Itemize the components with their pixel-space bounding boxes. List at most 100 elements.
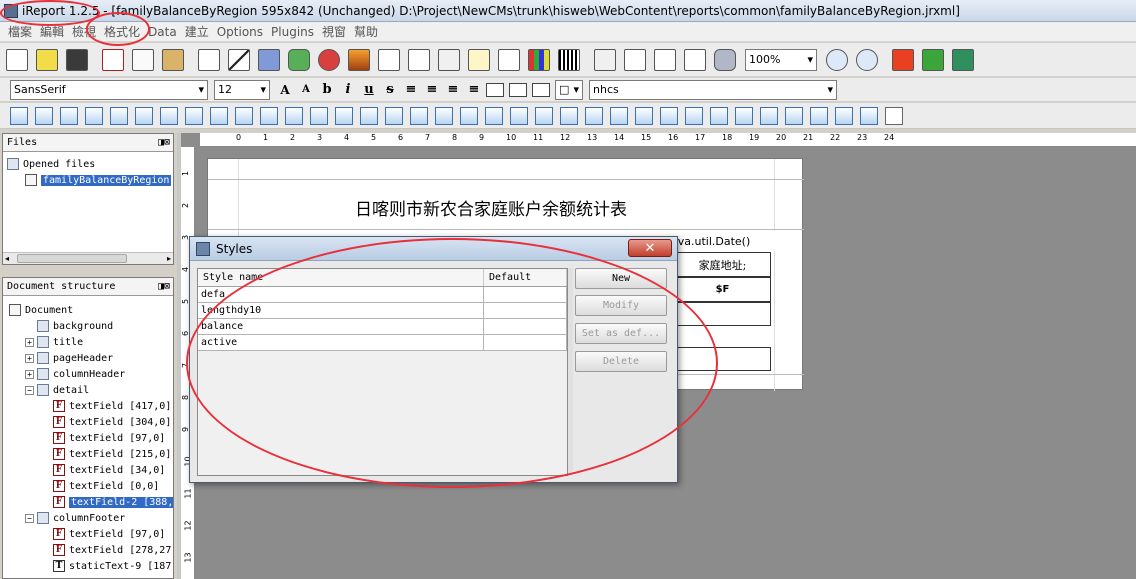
font-family-combo[interactable]: SansSerif ▾ <box>10 79 208 100</box>
field-address[interactable]: $F <box>674 277 771 302</box>
join-left-icon[interactable] <box>510 106 528 125</box>
opened-file-item[interactable]: familyBalanceByRegion <box>3 172 173 188</box>
same-size-icon[interactable] <box>410 106 428 125</box>
files-tab[interactable]: Files ◨⊠ <box>3 134 173 152</box>
doc-tree-item[interactable]: − columnFooter <box>3 510 173 526</box>
save-button[interactable] <box>63 46 91 74</box>
page-setup-icon[interactable] <box>885 106 903 125</box>
doc-tree-item[interactable]: FtextField-2 [388,0 <box>3 494 173 510</box>
align-band-bottom-icon[interactable] <box>235 106 253 125</box>
doc-tree-item[interactable]: FtextField [0,0] <box>3 478 173 494</box>
scroll-thumb[interactable] <box>17 254 127 263</box>
report-title[interactable]: 日喀则市新农合家庭账户余额统计表 <box>208 195 774 220</box>
move-icon[interactable] <box>810 106 828 125</box>
doc-tree-item[interactable]: FtextField [278,27] <box>3 542 173 558</box>
ellipse-tool[interactable] <box>315 46 343 74</box>
doc-tree-item[interactable]: background <box>3 318 173 334</box>
doc-tree-item[interactable]: + columnHeader <box>3 366 173 382</box>
new-button[interactable] <box>3 46 31 74</box>
h-space-inc-icon[interactable] <box>585 106 603 125</box>
line-tool[interactable] <box>225 46 253 74</box>
cut-button[interactable] <box>99 46 127 74</box>
doc-tree-item[interactable]: FtextField [97,0] <box>3 526 173 542</box>
expand-icon[interactable]: + <box>25 337 34 347</box>
h-space-equal-icon[interactable] <box>560 106 578 125</box>
document-structure-tab[interactable]: Document structure ◨⊠ <box>3 278 173 296</box>
center-in-band-icon[interactable] <box>485 106 503 125</box>
same-width-min-icon[interactable] <box>310 106 328 125</box>
font-size-combo[interactable]: 12 ▾ <box>214 79 270 100</box>
open-button[interactable] <box>33 46 61 74</box>
subreport-tool[interactable] <box>435 46 463 74</box>
files-hscroll[interactable]: ◂ ▸ <box>3 252 173 264</box>
expand-icon[interactable]: + <box>25 369 34 379</box>
zoom-in-button[interactable] <box>823 46 851 74</box>
send-back-icon[interactable] <box>785 106 803 125</box>
doc-tree-item[interactable]: FtextField [34,0] <box>3 462 173 478</box>
same-width-icon[interactable] <box>260 106 278 125</box>
doc-tree-item[interactable]: FtextField [417,0] <box>3 398 173 414</box>
close-button[interactable]: ✕ <box>628 239 672 257</box>
database-button[interactable] <box>711 46 739 74</box>
run-datasource-button[interactable] <box>949 46 977 74</box>
doc-tree-item[interactable]: + pageHeader <box>3 350 173 366</box>
align-right-button[interactable]: ≡ <box>444 80 462 100</box>
align-right-edges-icon[interactable] <box>35 106 53 125</box>
center-in-page-icon[interactable] <box>710 106 728 125</box>
doc-tree-item[interactable]: FtextField [97,0] <box>3 430 173 446</box>
v-space-inc-icon[interactable] <box>660 106 678 125</box>
align-band-top-icon[interactable] <box>210 106 228 125</box>
underline-button[interactable]: u <box>360 80 378 100</box>
expression-combo[interactable]: nhcs ▾ <box>589 79 837 100</box>
v-space-dec-icon[interactable] <box>685 106 703 125</box>
opened-files-root[interactable]: Opened files <box>3 156 173 172</box>
align-left-edges-icon[interactable] <box>10 106 28 125</box>
pointer-tool[interactable] <box>195 46 223 74</box>
fields-button[interactable] <box>681 46 709 74</box>
frame-tool[interactable] <box>465 46 493 74</box>
menu-build[interactable]: 建立 <box>181 23 213 40</box>
same-height-min-icon[interactable] <box>385 106 403 125</box>
center-horizontally-icon[interactable] <box>435 106 453 125</box>
decrease-font-button[interactable]: A <box>297 80 315 100</box>
same-height-icon[interactable] <box>335 106 353 125</box>
increase-font-button[interactable]: A <box>276 80 294 100</box>
snap-icon[interactable] <box>835 106 853 125</box>
join-right-icon[interactable] <box>535 106 553 125</box>
menu-file[interactable]: 檔案 <box>4 23 36 40</box>
same-width-max-icon[interactable] <box>285 106 303 125</box>
paste-button[interactable] <box>159 46 187 74</box>
barcode-tool[interactable] <box>555 46 583 74</box>
panel-controls-icon[interactable]: ◨⊠ <box>158 137 170 148</box>
text-field-tool[interactable] <box>405 46 433 74</box>
bring-front-icon[interactable] <box>760 106 778 125</box>
v-space-equal-icon[interactable] <box>635 106 653 125</box>
same-height-max-icon[interactable] <box>360 106 378 125</box>
rectangle-tool[interactable] <box>255 46 283 74</box>
zoom-out-button[interactable] <box>853 46 881 74</box>
doc-tree-item[interactable]: FtextField [304,0] <box>3 414 173 430</box>
h-space-dec-icon[interactable] <box>610 106 628 125</box>
italic-button[interactable]: i <box>339 80 357 100</box>
chart-tool[interactable] <box>525 46 553 74</box>
align-top-icon[interactable] <box>160 106 178 125</box>
valign-top-icon[interactable] <box>486 82 504 97</box>
collapse-icon[interactable]: − <box>25 385 34 395</box>
align-vertical-center-icon[interactable] <box>110 106 128 125</box>
date-field[interactable]: ava.util.Date() <box>671 231 775 251</box>
zoom-combo[interactable]: 100% ▾ <box>745 48 817 71</box>
align-bottom-edges-icon[interactable] <box>85 106 103 125</box>
valign-bottom-icon[interactable] <box>532 82 550 97</box>
align-center-button[interactable]: ≡ <box>423 80 441 100</box>
align-horizontal-center-icon[interactable] <box>135 106 153 125</box>
panel-controls-icon[interactable]: ◨⊠ <box>158 281 170 292</box>
round-rect-tool[interactable] <box>285 46 313 74</box>
menu-options[interactable]: Options <box>213 25 267 39</box>
align-left-button[interactable]: ≡ <box>402 80 420 100</box>
groups-button[interactable] <box>651 46 679 74</box>
crosstab-tool[interactable] <box>495 46 523 74</box>
center-vertically-icon[interactable] <box>460 106 478 125</box>
doc-tree-item[interactable]: TstaticText-9 [187, <box>3 558 173 574</box>
scroll-left-icon[interactable]: ◂ <box>3 254 9 263</box>
doc-tree-item[interactable]: Document <box>3 302 173 318</box>
